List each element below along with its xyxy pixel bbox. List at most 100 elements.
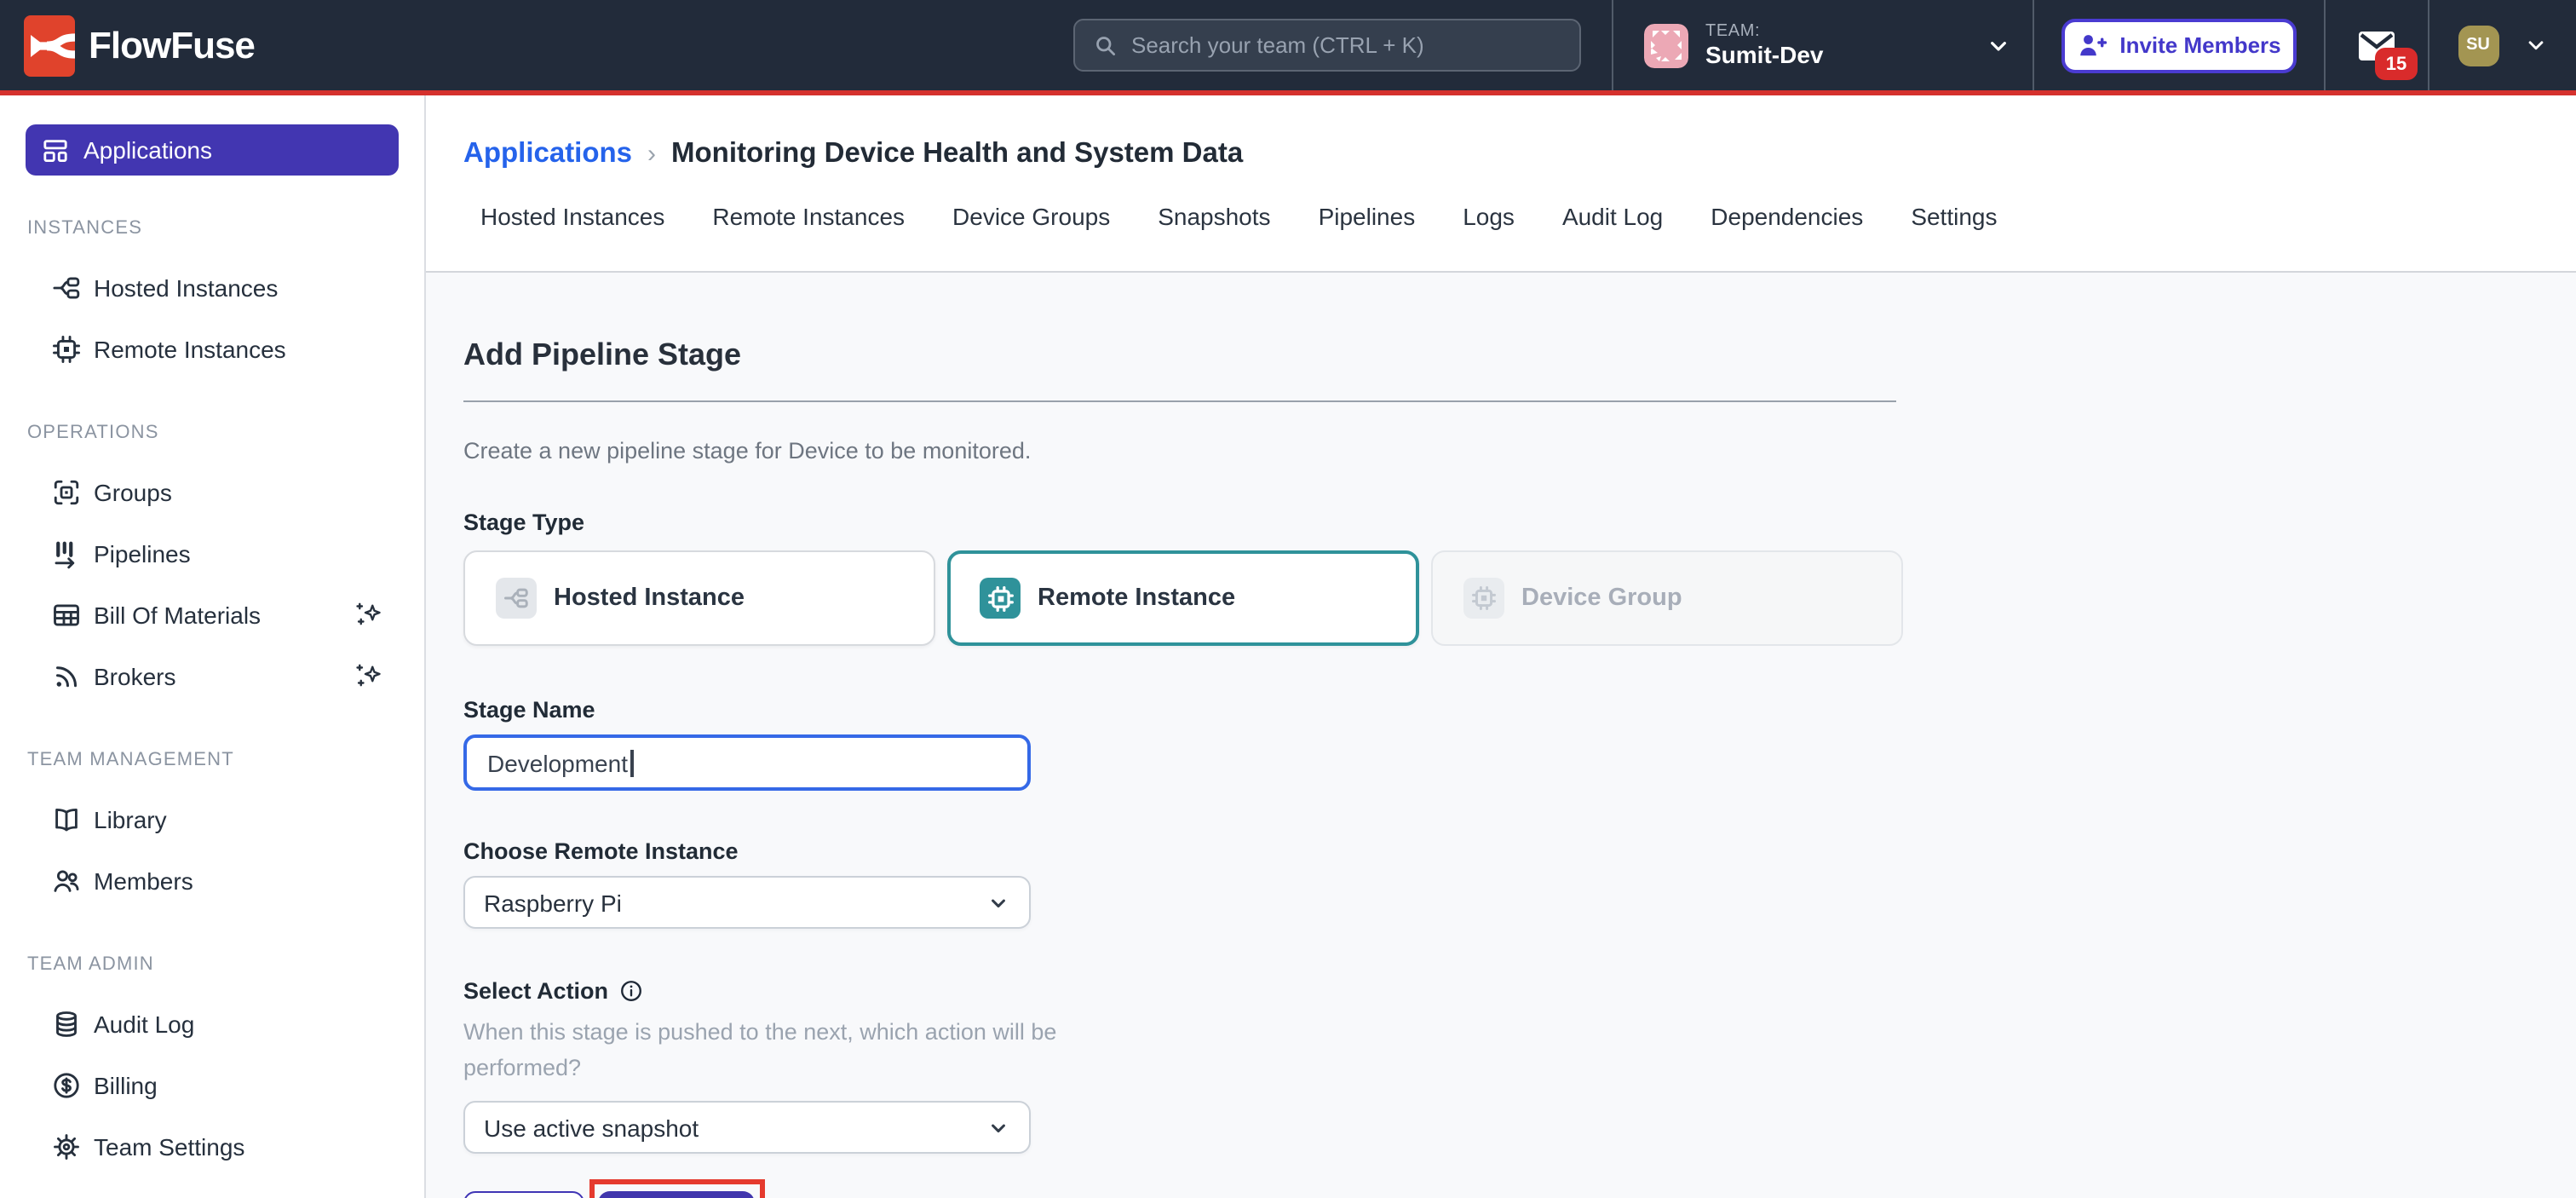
chevron-down-icon <box>986 890 1010 914</box>
remote-instances-icon <box>51 334 82 365</box>
sidebar-item-remote-instances[interactable]: Remote Instances <box>0 319 424 380</box>
tab-remote-instances[interactable]: Remote Instances <box>712 203 905 230</box>
user-menu[interactable]: SU <box>2429 0 2576 90</box>
sidebar-item-hosted-instances[interactable]: Hosted Instances <box>0 257 424 319</box>
stage-type-device-group: Device Group <box>1431 550 1903 646</box>
applications-icon <box>41 135 70 164</box>
sidebar-item-groups[interactable]: Groups <box>0 462 424 523</box>
text-caret <box>630 749 633 776</box>
sparkles-icon <box>353 600 383 631</box>
stage-type-label: Stage Type <box>463 510 2576 535</box>
invite-wrap: Invite Members <box>2034 18 2324 72</box>
select-action-help: When this stage is pushed to the next, w… <box>463 1014 1063 1086</box>
sidebar-item-label: Bill Of Materials <box>94 602 261 629</box>
sidebar-item-members[interactable]: Members <box>0 850 424 912</box>
billing-icon <box>51 1070 82 1101</box>
hosted-instances-icon <box>51 273 82 303</box>
sidebar-section-operations: OPERATIONS Groups Pipelines <box>0 423 424 707</box>
person-plus-icon <box>2077 30 2107 60</box>
notifications-button[interactable]: 15 <box>2326 0 2428 90</box>
tab-device-groups[interactable]: Device Groups <box>952 203 1110 230</box>
stage-type-remote-instance[interactable]: Remote Instance <box>947 550 1419 646</box>
tab-snapshots[interactable]: Snapshots <box>1158 203 1270 230</box>
breadcrumb: Applications › Monitoring Device Health … <box>426 95 2576 170</box>
flowfuse-logo[interactable]: FlowFuse <box>0 14 255 76</box>
tab-pipelines[interactable]: Pipelines <box>1319 203 1416 230</box>
audit-log-icon <box>51 1009 82 1040</box>
breadcrumb-applications-link[interactable]: Applications <box>463 138 632 170</box>
sidebar-item-label: Remote Instances <box>94 336 286 363</box>
page-header: Applications › Monitoring Device Health … <box>426 95 2576 273</box>
sidebar-item-label: Library <box>94 806 167 833</box>
team-switcher[interactable]: TEAM: Sumit-Dev <box>1613 0 2033 90</box>
device-groups-icon <box>51 477 82 508</box>
sidebar-item-label: Pipelines <box>94 540 191 567</box>
tab-logs[interactable]: Logs <box>1463 203 1515 230</box>
sidebar-item-label: Audit Log <box>94 1011 194 1038</box>
stage-name-input[interactable]: Development <box>463 734 1031 791</box>
section-label: OPERATIONS <box>27 423 424 443</box>
stage-name-label: Stage Name <box>463 697 2576 723</box>
stage-type-option-label: Device Group <box>1521 585 1682 612</box>
search-input[interactable] <box>1131 32 1562 58</box>
add-pipeline-stage-panel: Add Pipeline Stage Create a new pipeline… <box>426 273 2576 1198</box>
sidebar-item-billing[interactable]: Billing <box>0 1055 424 1116</box>
sidebar-item-label: Groups <box>94 479 172 506</box>
remote-instance-select[interactable]: Raspberry Pi <box>463 876 1031 929</box>
remote-instance-icon <box>980 578 1021 619</box>
cancel-button[interactable]: Cancel <box>463 1191 584 1198</box>
sidebar-item-bill-of-materials[interactable]: Bill Of Materials <box>0 585 424 646</box>
sidebar-section-team-admin: TEAM ADMIN Audit Log Billing <box>0 954 424 1178</box>
sidebar-section-instances: INSTANCES Hosted Instances Remote Instan… <box>0 218 424 380</box>
library-icon <box>51 804 82 835</box>
tab-dependencies[interactable]: Dependencies <box>1711 203 1863 230</box>
topbar-right-cluster: TEAM: Sumit-Dev Invite Members <box>1612 0 2576 90</box>
sidebar-item-label: Team Settings <box>94 1133 244 1161</box>
section-label: INSTANCES <box>27 218 424 239</box>
flowfuse-logo-icon <box>24 14 75 76</box>
page-title: Monitoring Device Health and System Data <box>671 138 1243 170</box>
sidebar: Applications INSTANCES Hosted Instances <box>0 95 426 1198</box>
user-avatar: SU <box>2458 25 2498 66</box>
search-icon <box>1092 32 1118 58</box>
breadcrumb-separator: › <box>647 140 656 169</box>
invite-members-button[interactable]: Invite Members <box>2061 18 2297 72</box>
application-tabs: Hosted Instances Remote Instances Device… <box>426 203 2576 230</box>
team-label: TEAM: <box>1705 21 1823 41</box>
team-avatar <box>1644 23 1688 67</box>
team-search[interactable] <box>1073 19 1581 72</box>
brokers-icon <box>51 661 82 692</box>
team-texts: TEAM: Sumit-Dev <box>1705 21 1823 68</box>
stage-type-hosted-instance[interactable]: Hosted Instance <box>463 550 935 646</box>
form-description: Create a new pipeline stage for Device t… <box>463 438 2576 464</box>
tab-hosted-instances[interactable]: Hosted Instances <box>480 203 664 230</box>
logo-wordmark: FlowFuse <box>89 23 255 67</box>
stage-type-options: Hosted Instance Remote Instance <box>463 550 2576 646</box>
notification-count-badge: 15 <box>2375 48 2418 80</box>
sidebar-item-label: Members <box>94 867 193 895</box>
sidebar-item-pipelines[interactable]: Pipelines <box>0 523 424 585</box>
device-group-icon <box>1463 578 1504 619</box>
stage-type-option-label: Hosted Instance <box>554 585 745 612</box>
team-name: Sumit-Dev <box>1705 41 1823 68</box>
action-select[interactable]: Use active snapshot <box>463 1101 1031 1154</box>
tab-settings[interactable]: Settings <box>1911 203 1997 230</box>
tab-audit-log[interactable]: Audit Log <box>1562 203 1663 230</box>
add-stage-button[interactable]: Add Stage <box>598 1191 755 1198</box>
chevron-down-icon <box>986 1115 1010 1139</box>
sparkles-icon <box>353 661 383 692</box>
sidebar-item-brokers[interactable]: Brokers <box>0 646 424 707</box>
remote-instance-label: Choose Remote Instance <box>463 838 2576 864</box>
sidebar-item-audit-log[interactable]: Audit Log <box>0 994 424 1055</box>
sidebar-item-applications[interactable]: Applications <box>26 124 399 176</box>
sidebar-item-label: Brokers <box>94 663 175 690</box>
submit-wrap: Add Stage <box>598 1191 755 1198</box>
chevron-down-icon[interactable] <box>1985 32 2012 59</box>
sidebar-item-library[interactable]: Library <box>0 789 424 850</box>
info-icon[interactable] <box>618 978 644 1004</box>
settings-gear-icon <box>51 1132 82 1162</box>
sidebar-item-label: Applications <box>83 136 212 164</box>
sidebar-section-team-management: TEAM MANAGEMENT Library Members <box>0 750 424 912</box>
pipelines-icon <box>51 539 82 569</box>
sidebar-item-team-settings[interactable]: Team Settings <box>0 1116 424 1178</box>
